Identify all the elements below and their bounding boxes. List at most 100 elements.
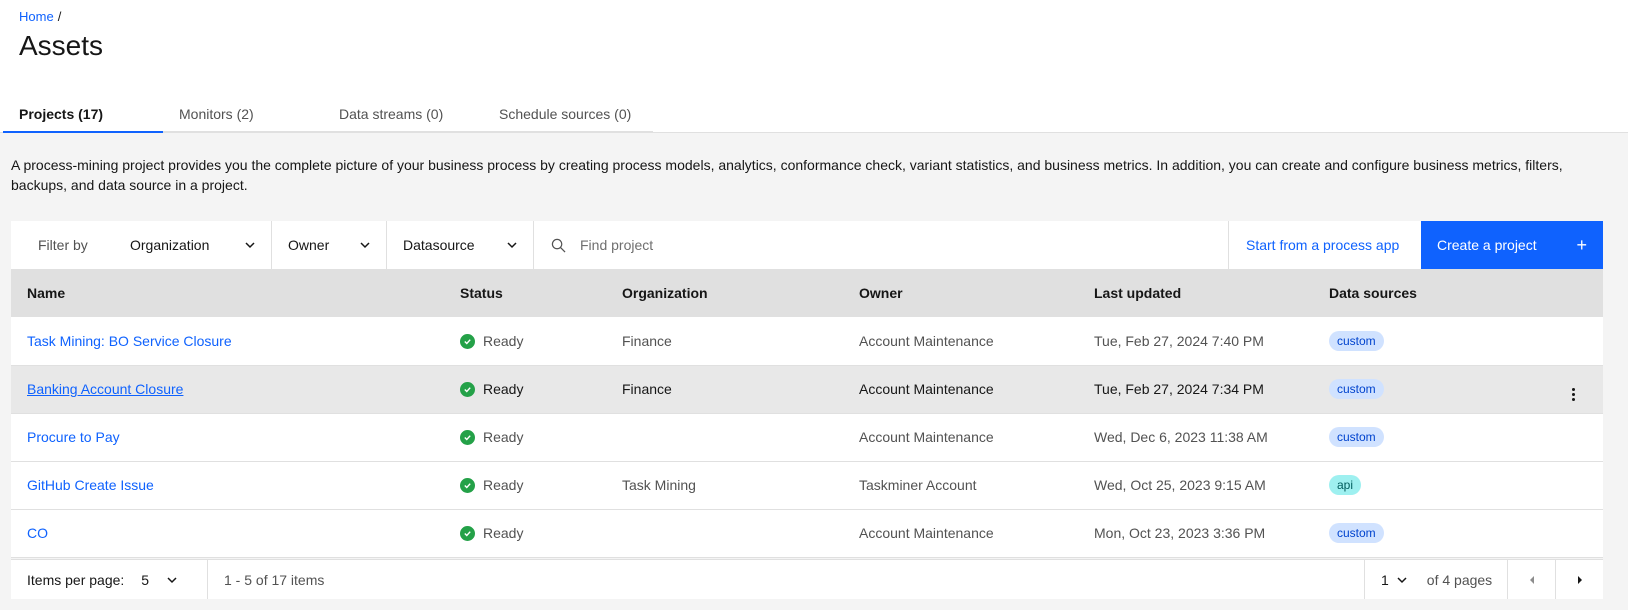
data-source-tag: custom	[1329, 427, 1384, 447]
last-updated-cell: Wed, Oct 25, 2023 9:15 AM	[1078, 461, 1313, 510]
data-source-tag: api	[1329, 475, 1362, 495]
chevron-down-icon	[1397, 576, 1407, 583]
previous-page-button[interactable]	[1507, 560, 1555, 599]
status-cell: Ready	[444, 413, 606, 462]
chevron-down-icon	[245, 242, 255, 249]
tab-data-streams[interactable]: Data streams (0)	[323, 96, 483, 133]
project-name-cell: Task Mining: BO Service Closure	[11, 317, 444, 366]
search-icon	[551, 238, 566, 252]
page-title: Assets	[19, 30, 104, 61]
filter-by-label: Filter by	[38, 237, 88, 253]
status-text: Ready	[483, 525, 524, 542]
row-actions-cell	[1543, 509, 1603, 558]
organization-cell	[606, 413, 843, 462]
data-sources-cell: custom	[1313, 365, 1543, 414]
project-name-link[interactable]: Banking Account Closure	[27, 381, 183, 397]
column-header-status: Status	[444, 269, 606, 317]
table-row[interactable]: Procure to Pay Ready Account Maintenance…	[11, 413, 1603, 462]
project-name-cell: Procure to Pay	[11, 413, 444, 462]
table-header-row: Name Status Organization Owner Last upda…	[11, 269, 1603, 317]
search-box	[534, 221, 1229, 269]
breadcrumb-home-link[interactable]: Home	[19, 9, 54, 24]
status-cell: Ready	[444, 509, 606, 558]
breadcrumb-separator: /	[57, 9, 62, 24]
datasource-filter-label: Datasource	[403, 237, 475, 253]
last-updated-cell: Wed, Dec 6, 2023 11:38 AM	[1078, 413, 1313, 462]
main-content: A process-mining project provides you th…	[0, 133, 1628, 610]
table-row[interactable]: Banking Account Closure Ready Finance Ac…	[11, 365, 1603, 414]
row-actions-cell	[1543, 365, 1603, 414]
column-header-name: Name	[11, 269, 444, 317]
organization-cell: Task Mining	[606, 461, 843, 510]
items-range-text: 1 - 5 of 17 items	[224, 571, 325, 588]
status-text: Ready	[483, 381, 524, 398]
projects-table: Name Status Organization Owner Last upda…	[11, 269, 1603, 558]
owner-cell: Account Maintenance	[843, 413, 1078, 462]
total-pages-text: of 4 pages	[1426, 571, 1493, 588]
project-name-cell: GitHub Create Issue	[11, 461, 444, 510]
project-name-cell: CO	[11, 509, 444, 558]
project-name-link[interactable]: CO	[27, 525, 48, 541]
page-select[interactable]: 1 of 4 pages	[1364, 560, 1507, 599]
tab-schedule-sources[interactable]: Schedule sources (0)	[483, 96, 653, 133]
checkmark-icon	[460, 381, 475, 397]
start-from-process-app-button[interactable]: Start from a process app	[1229, 221, 1421, 269]
table-row[interactable]: CO Ready Account Maintenance Mon, Oct 23…	[11, 509, 1603, 558]
page-header: Home / Assets Projects (17) Monitors (2)…	[0, 0, 1628, 133]
caret-left-icon	[1529, 575, 1534, 584]
owner-cell: Account Maintenance	[843, 509, 1078, 558]
tab-projects[interactable]: Projects (17)	[3, 96, 163, 133]
chevron-down-icon	[167, 576, 177, 583]
breadcrumb: Home /	[19, 9, 61, 24]
owner-cell: Account Maintenance	[843, 365, 1078, 414]
find-project-input[interactable]	[580, 237, 1180, 253]
project-name-link[interactable]: Task Mining: BO Service Closure	[27, 333, 232, 349]
organization-filter-label: Organization	[130, 237, 210, 253]
owner-cell: Account Maintenance	[843, 317, 1078, 366]
owner-filter-label: Owner	[288, 237, 330, 253]
project-name-cell: Banking Account Closure	[11, 365, 444, 414]
column-header-actions	[1543, 269, 1603, 317]
column-header-organization: Organization	[606, 269, 843, 317]
data-source-tag: custom	[1329, 330, 1384, 351]
status-text: Ready	[483, 477, 524, 494]
data-sources-cell: custom	[1313, 509, 1543, 558]
checkmark-icon	[460, 333, 475, 349]
datasource-filter-dropdown[interactable]: Datasource	[387, 221, 534, 269]
column-header-last-updated: Last updated	[1078, 269, 1313, 317]
create-project-button[interactable]: Create a project +	[1421, 221, 1603, 269]
chevron-down-icon	[507, 242, 517, 249]
project-name-link[interactable]: GitHub Create Issue	[27, 477, 154, 493]
data-sources-cell: custom	[1313, 317, 1543, 366]
last-updated-cell: Tue, Feb 27, 2024 7:40 PM	[1078, 317, 1313, 366]
data-sources-cell: custom	[1313, 413, 1543, 462]
status-cell: Ready	[444, 461, 606, 510]
items-per-page-section: Items per page: 5	[11, 560, 208, 599]
items-per-page-value: 5	[141, 571, 150, 588]
next-page-button[interactable]	[1555, 560, 1603, 599]
items-per-page-select[interactable]: 5	[141, 572, 177, 588]
column-header-owner: Owner	[843, 269, 1078, 317]
status-text: Ready	[483, 333, 524, 349]
organization-filter-dropdown[interactable]: Organization	[106, 221, 272, 269]
caret-right-icon	[1577, 575, 1582, 584]
status-cell: Ready	[444, 317, 606, 366]
overflow-menu-icon[interactable]	[1571, 387, 1575, 401]
plus-icon: +	[1576, 235, 1587, 255]
last-updated-cell: Tue, Feb 27, 2024 7:34 PM	[1078, 365, 1313, 414]
row-actions-cell	[1543, 461, 1603, 510]
items-per-page-label: Items per page:	[27, 571, 125, 588]
data-source-tag: custom	[1329, 379, 1384, 399]
checkmark-icon	[460, 477, 475, 493]
data-source-tag: custom	[1329, 523, 1384, 543]
row-actions-cell	[1543, 413, 1603, 462]
tab-list: Projects (17) Monitors (2) Data streams …	[3, 96, 653, 133]
owner-cell: Taskminer Account	[843, 461, 1078, 510]
chevron-down-icon	[360, 242, 370, 249]
last-updated-cell: Mon, Oct 23, 2023 3:36 PM	[1078, 509, 1313, 558]
project-name-link[interactable]: Procure to Pay	[27, 429, 120, 445]
owner-filter-dropdown[interactable]: Owner	[272, 221, 387, 269]
table-row[interactable]: Task Mining: BO Service Closure Ready Fi…	[11, 317, 1603, 366]
table-row[interactable]: GitHub Create Issue Ready Task Mining Ta…	[11, 461, 1603, 510]
tab-monitors[interactable]: Monitors (2)	[163, 96, 323, 133]
